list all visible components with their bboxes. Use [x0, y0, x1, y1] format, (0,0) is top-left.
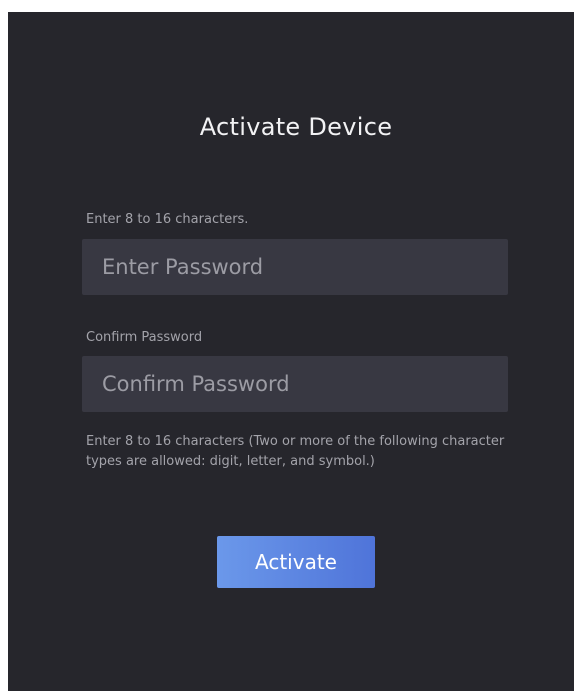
password-rules-hint: Enter 8 to 16 characters (Two or more of…	[86, 434, 505, 469]
password-requirement-label: Enter 8 to 16 characters.	[86, 212, 249, 227]
page-title: Activate Device	[199, 113, 393, 141]
confirm-password-input[interactable]	[82, 356, 508, 412]
password-input[interactable]	[82, 239, 508, 295]
activation-screen: Activate Device Enter 8 to 16 characters…	[8, 12, 574, 691]
activate-button[interactable]: Activate	[217, 536, 375, 588]
confirm-password-label: Confirm Password	[86, 330, 203, 345]
